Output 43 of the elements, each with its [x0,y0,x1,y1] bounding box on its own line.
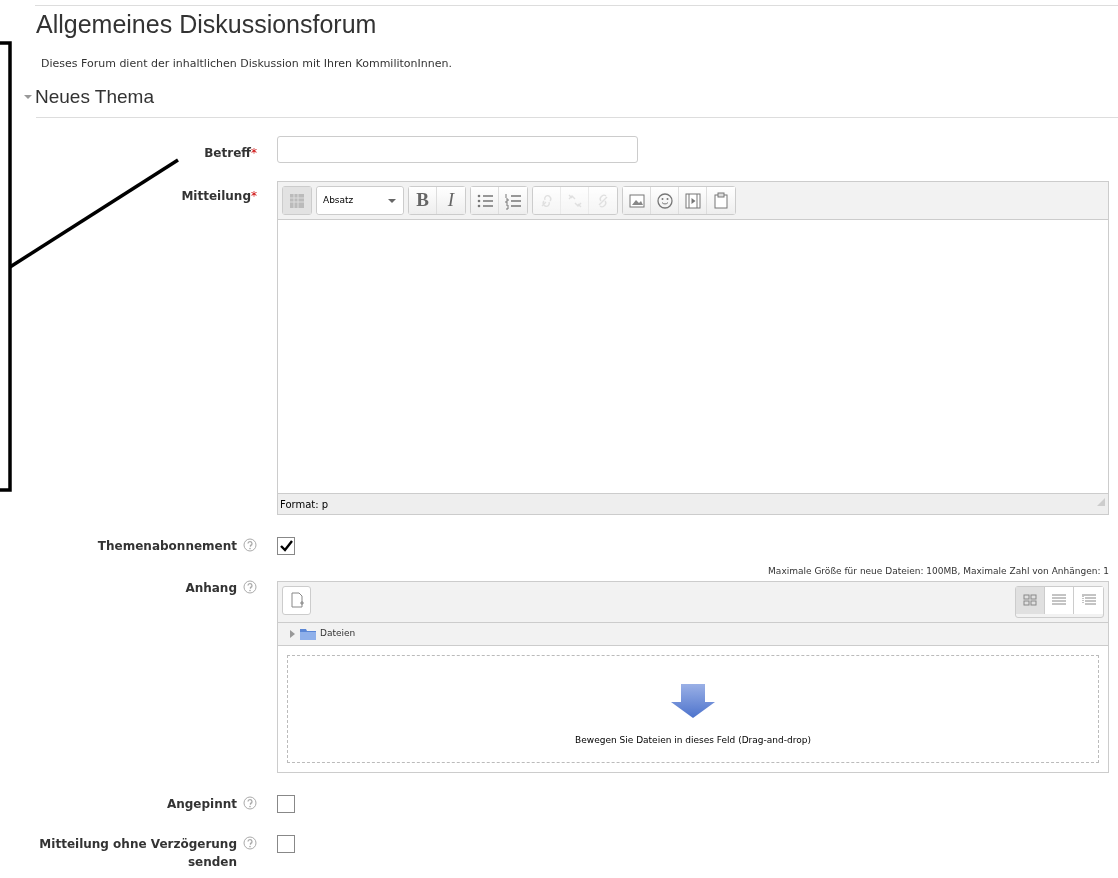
tree-view-icon[interactable] [1074,586,1103,614]
down-arrow-icon [669,684,717,720]
field-label: Angepinnt [166,795,237,813]
bulleted-list-icon[interactable] [471,187,499,214]
help-icon[interactable] [243,835,257,850]
toolbar-toggle-icon[interactable] [283,187,311,214]
clipboard-icon[interactable] [707,187,735,214]
folder-icon [300,627,316,640]
field-label: Mitteilung ohne Verzögerung senden [38,835,237,871]
help-icon[interactable] [243,795,257,810]
checkbox[interactable] [277,537,295,555]
paragraph-dropdown[interactable]: Absatz [317,187,403,214]
required-marker: * [251,188,257,205]
field-label: Mitteilung [181,188,251,205]
add-file-icon[interactable] [282,585,311,615]
field-label: Themenabonnement [97,538,237,555]
forum-title: Allgemeines Diskussionsforum [36,9,378,40]
film-icon[interactable] [679,187,707,214]
image-icon[interactable] [623,187,651,214]
smiley-icon[interactable] [651,187,679,214]
resize-handle-icon[interactable] [1096,497,1106,507]
list-view-icon[interactable] [1045,586,1074,614]
field-label: Betreff [204,145,251,162]
numbered-list-icon[interactable] [499,187,527,214]
drop-hint: Bewegen Sie Dateien in dieses Feld (Drag-and-drop) [575,734,811,747]
forum-description: Dieses Forum dient der inhaltlichen Diskussion mit Ihren KommilitonInnen. [41,56,453,72]
field-label: Anhang [185,580,237,597]
italic-button[interactable]: I [437,187,465,214]
checkbox[interactable] [277,794,295,813]
help-icon[interactable] [243,580,257,594]
caret-icon [387,197,397,204]
drop-zone[interactable]: Bewegen Sie Dateien in dieses Feld (Drag-and-drop) [287,654,1099,763]
expand-arrow-icon[interactable] [288,629,296,638]
upload-limits: Maximale Größe für neue Dateien: 100MB, Maximale Zahl von Anhängen: 1 [767,565,1109,578]
grid-view-icon[interactable] [1016,586,1045,614]
folder-label[interactable]: Dateien [320,626,356,641]
required-marker: * [251,145,257,162]
editor-status: Format: p [280,498,329,511]
subject-field[interactable] [277,136,638,163]
bold-button[interactable]: B [409,187,437,214]
section-title[interactable]: Neues Thema [35,82,154,111]
checkbox[interactable] [277,834,295,853]
help-icon[interactable] [243,538,257,552]
